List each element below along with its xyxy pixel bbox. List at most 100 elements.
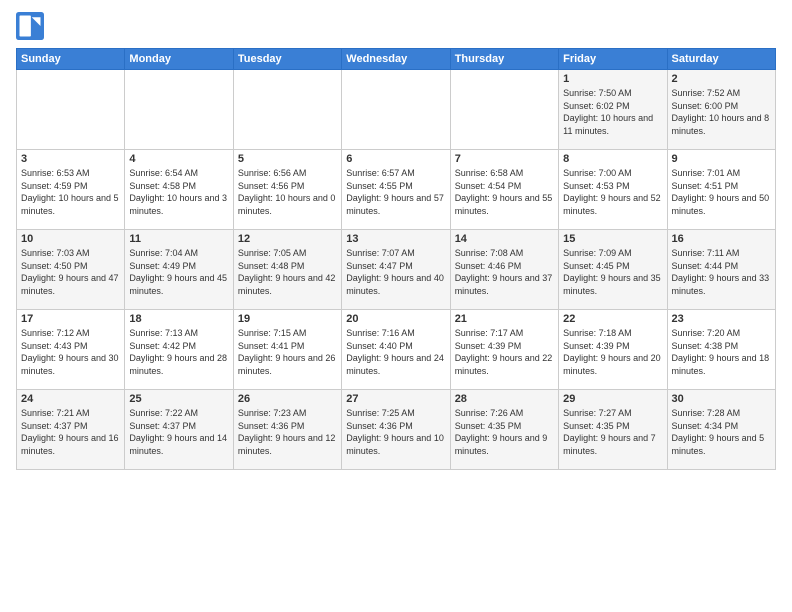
- day-info: Sunrise: 7:50 AM Sunset: 6:02 PM Dayligh…: [563, 87, 662, 137]
- day-cell: 10 Sunrise: 7:03 AM Sunset: 4:50 PM Dayli…: [17, 230, 125, 310]
- day-info: Sunrise: 7:26 AM Sunset: 4:35 PM Dayligh…: [455, 407, 554, 457]
- day-number: 4: [129, 153, 228, 165]
- day-cell: [450, 70, 558, 150]
- week-row-1: 3 Sunrise: 6:53 AM Sunset: 4:59 PM Daylig…: [17, 150, 776, 230]
- day-number: 25: [129, 393, 228, 405]
- day-info: Sunrise: 7:04 AM Sunset: 4:49 PM Dayligh…: [129, 247, 228, 297]
- day-cell: 6Sunrise: 6:57 AM Sunset: 4:55 PM Daylig…: [342, 150, 450, 230]
- day-cell: [125, 70, 233, 150]
- day-number: 5: [238, 153, 337, 165]
- calendar-header: SundayMondayTuesdayWednesdayThursdayFrid…: [17, 49, 776, 70]
- day-number: 19: [238, 313, 337, 325]
- day-cell: 5 Sunrise: 6:56 AM Sunset: 4:56 PM Daylig…: [233, 150, 341, 230]
- day-info: Sunrise: 7:05 AM Sunset: 4:48 PM Dayligh…: [238, 247, 337, 297]
- day-number: 17: [21, 313, 120, 325]
- day-number: 14: [455, 233, 554, 245]
- day-cell: 12 Sunrise: 7:05 AM Sunset: 4:48 PM Dayli…: [233, 230, 341, 310]
- logo-icon: [16, 12, 44, 40]
- logo: [16, 12, 48, 40]
- week-row-4: 24 Sunrise: 7:21 AM Sunset: 4:37 PM Dayli…: [17, 390, 776, 470]
- calendar-body: 1 Sunrise: 7:50 AM Sunset: 6:02 PM Daylig…: [17, 70, 776, 470]
- day-info: Sunrise: 7:21 AM Sunset: 4:37 PM Dayligh…: [21, 407, 120, 457]
- day-cell: [233, 70, 341, 150]
- day-info: Sunrise: 7:20 AM Sunset: 4:38 PM Dayligh…: [672, 327, 771, 377]
- day-info: Sunrise: 6:53 AM Sunset: 4:59 PM Dayligh…: [21, 167, 120, 217]
- day-number: 28: [455, 393, 554, 405]
- day-number: 26: [238, 393, 337, 405]
- day-number: 9: [672, 153, 771, 165]
- week-row-2: 10 Sunrise: 7:03 AM Sunset: 4:50 PM Dayli…: [17, 230, 776, 310]
- day-cell: 15 Sunrise: 7:09 AM Sunset: 4:45 PM Dayli…: [559, 230, 667, 310]
- day-info: Sunrise: 6:54 AM Sunset: 4:58 PM Dayligh…: [129, 167, 228, 217]
- day-cell: 27 Sunrise: 7:25 AM Sunset: 4:36 PM Dayli…: [342, 390, 450, 470]
- week-row-0: 1 Sunrise: 7:50 AM Sunset: 6:02 PM Daylig…: [17, 70, 776, 150]
- day-cell: 2 Sunrise: 7:52 AM Sunset: 6:00 PM Daylig…: [667, 70, 775, 150]
- day-cell: 14 Sunrise: 7:08 AM Sunset: 4:46 PM Dayli…: [450, 230, 558, 310]
- day-info: Sunrise: 7:09 AM Sunset: 4:45 PM Dayligh…: [563, 247, 662, 297]
- day-cell: 20 Sunrise: 7:16 AM Sunset: 4:40 PM Dayli…: [342, 310, 450, 390]
- day-number: 16: [672, 233, 771, 245]
- day-cell: 8Sunrise: 7:00 AM Sunset: 4:53 PM Daylig…: [559, 150, 667, 230]
- day-cell: [342, 70, 450, 150]
- day-cell: 19 Sunrise: 7:15 AM Sunset: 4:41 PM Dayli…: [233, 310, 341, 390]
- day-number: 30: [672, 393, 771, 405]
- day-info: Sunrise: 7:12 AM Sunset: 4:43 PM Dayligh…: [21, 327, 120, 377]
- day-number: 20: [346, 313, 445, 325]
- day-cell: 11 Sunrise: 7:04 AM Sunset: 4:49 PM Dayli…: [125, 230, 233, 310]
- day-info: Sunrise: 7:03 AM Sunset: 4:50 PM Dayligh…: [21, 247, 120, 297]
- day-info: Sunrise: 7:22 AM Sunset: 4:37 PM Dayligh…: [129, 407, 228, 457]
- day-number: 10: [21, 233, 120, 245]
- day-cell: 4 Sunrise: 6:54 AM Sunset: 4:58 PM Daylig…: [125, 150, 233, 230]
- calendar-page: SundayMondayTuesdayWednesdayThursdayFrid…: [0, 0, 792, 612]
- day-number: 7: [455, 153, 554, 165]
- day-cell: 28 Sunrise: 7:26 AM Sunset: 4:35 PM Dayli…: [450, 390, 558, 470]
- day-info: Sunrise: 7:17 AM Sunset: 4:39 PM Dayligh…: [455, 327, 554, 377]
- day-cell: 29 Sunrise: 7:27 AM Sunset: 4:35 PM Dayli…: [559, 390, 667, 470]
- day-info: Sunrise: 7:13 AM Sunset: 4:42 PM Dayligh…: [129, 327, 228, 377]
- day-info: Sunrise: 7:11 AM Sunset: 4:44 PM Dayligh…: [672, 247, 771, 297]
- day-info: Sunrise: 6:58 AM Sunset: 4:54 PM Dayligh…: [455, 167, 554, 217]
- day-number: 1: [563, 73, 662, 85]
- day-cell: 7 Sunrise: 6:58 AM Sunset: 4:54 PM Daylig…: [450, 150, 558, 230]
- weekday-header-row: SundayMondayTuesdayWednesdayThursdayFrid…: [17, 49, 776, 70]
- day-cell: 23Sunrise: 7:20 AM Sunset: 4:38 PM Dayli…: [667, 310, 775, 390]
- day-number: 22: [563, 313, 662, 325]
- day-number: 15: [563, 233, 662, 245]
- day-info: Sunrise: 7:15 AM Sunset: 4:41 PM Dayligh…: [238, 327, 337, 377]
- week-row-3: 17 Sunrise: 7:12 AM Sunset: 4:43 PM Dayli…: [17, 310, 776, 390]
- day-number: 29: [563, 393, 662, 405]
- day-cell: 16 Sunrise: 7:11 AM Sunset: 4:44 PM Dayli…: [667, 230, 775, 310]
- weekday-header-tuesday: Tuesday: [233, 49, 341, 70]
- day-cell: 17 Sunrise: 7:12 AM Sunset: 4:43 PM Dayli…: [17, 310, 125, 390]
- day-info: Sunrise: 7:23 AM Sunset: 4:36 PM Dayligh…: [238, 407, 337, 457]
- day-info: Sunrise: 7:28 AM Sunset: 4:34 PM Dayligh…: [672, 407, 771, 457]
- weekday-header-sunday: Sunday: [17, 49, 125, 70]
- day-cell: 13Sunrise: 7:07 AM Sunset: 4:47 PM Dayli…: [342, 230, 450, 310]
- day-cell: 24 Sunrise: 7:21 AM Sunset: 4:37 PM Dayli…: [17, 390, 125, 470]
- day-info: Sunrise: 7:01 AM Sunset: 4:51 PM Dayligh…: [672, 167, 771, 217]
- day-number: 12: [238, 233, 337, 245]
- day-cell: 18Sunrise: 7:13 AM Sunset: 4:42 PM Dayli…: [125, 310, 233, 390]
- weekday-header-thursday: Thursday: [450, 49, 558, 70]
- day-info: Sunrise: 7:25 AM Sunset: 4:36 PM Dayligh…: [346, 407, 445, 457]
- day-number: 13: [346, 233, 445, 245]
- day-info: Sunrise: 7:27 AM Sunset: 4:35 PM Dayligh…: [563, 407, 662, 457]
- day-number: 6: [346, 153, 445, 165]
- calendar-table: SundayMondayTuesdayWednesdayThursdayFrid…: [16, 48, 776, 470]
- day-info: Sunrise: 7:52 AM Sunset: 6:00 PM Dayligh…: [672, 87, 771, 137]
- day-number: 3: [21, 153, 120, 165]
- day-info: Sunrise: 7:18 AM Sunset: 4:39 PM Dayligh…: [563, 327, 662, 377]
- weekday-header-wednesday: Wednesday: [342, 49, 450, 70]
- day-number: 2: [672, 73, 771, 85]
- day-cell: [17, 70, 125, 150]
- day-number: 24: [21, 393, 120, 405]
- day-info: Sunrise: 6:56 AM Sunset: 4:56 PM Dayligh…: [238, 167, 337, 217]
- day-cell: 25 Sunrise: 7:22 AM Sunset: 4:37 PM Dayli…: [125, 390, 233, 470]
- day-number: 21: [455, 313, 554, 325]
- day-info: Sunrise: 7:00 AM Sunset: 4:53 PM Dayligh…: [563, 167, 662, 217]
- day-cell: 9 Sunrise: 7:01 AM Sunset: 4:51 PM Daylig…: [667, 150, 775, 230]
- day-number: 27: [346, 393, 445, 405]
- day-info: Sunrise: 7:16 AM Sunset: 4:40 PM Dayligh…: [346, 327, 445, 377]
- day-info: Sunrise: 7:08 AM Sunset: 4:46 PM Dayligh…: [455, 247, 554, 297]
- day-number: 11: [129, 233, 228, 245]
